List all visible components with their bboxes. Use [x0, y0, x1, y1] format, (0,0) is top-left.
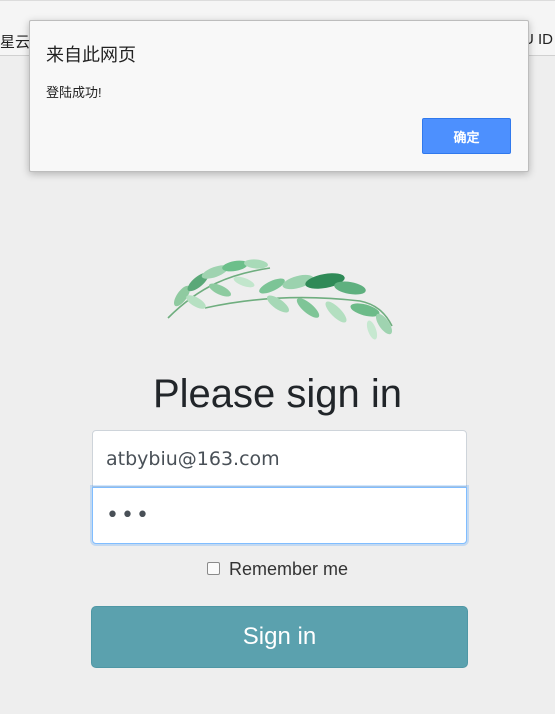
- leaf-branch-icon: [167, 259, 393, 340]
- password-field[interactable]: •••: [92, 487, 467, 544]
- alert-dialog: 来自此网页 登陆成功! 确定: [29, 20, 529, 172]
- dialog-ok-button[interactable]: 确定: [422, 118, 511, 154]
- signin-button[interactable]: Sign in: [91, 606, 468, 668]
- email-field[interactable]: atbybiu@163.com: [92, 430, 467, 487]
- page-title: Please sign in: [152, 372, 403, 416]
- remember-me[interactable]: Remember me: [0, 559, 555, 580]
- dialog-title: 来自此网页: [46, 45, 136, 65]
- dialog-message: 登陆成功!: [46, 85, 102, 100]
- remember-checkbox[interactable]: [206, 562, 220, 575]
- remember-label: Remember me: [228, 559, 349, 579]
- bookmark-item-left[interactable]: 星云: [0, 31, 30, 52]
